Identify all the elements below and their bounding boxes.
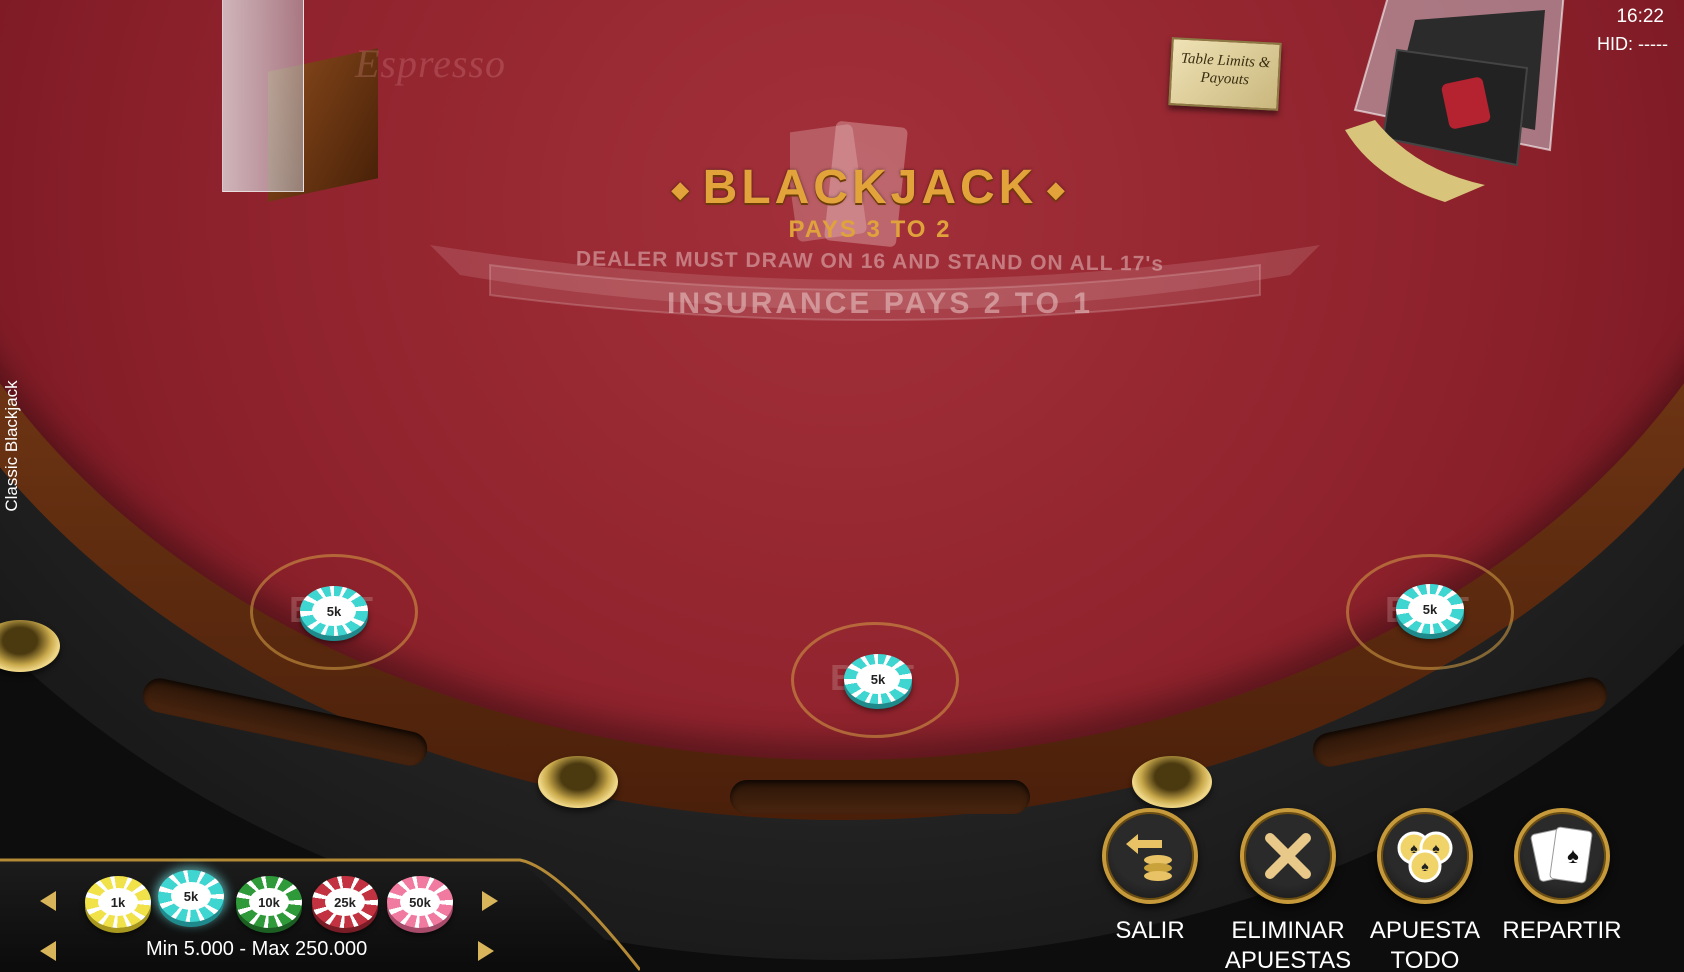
title-diamond-left-icon: ◆ <box>671 177 693 203</box>
bet-chip-value: 5k <box>312 596 356 626</box>
chip-label: 50k <box>400 888 440 916</box>
insurance-rule-text: INSURANCE PAYS 2 TO 1 <box>667 287 1093 320</box>
exit-button[interactable]: SALIR <box>1100 808 1200 946</box>
blackjack-title: ◆ BLACKJACK ◆ <box>660 160 1080 215</box>
game-stage: Espresso ◆ BLACKJACK ◆ PAYS 3 TO 2 DEALER … <box>0 0 1684 972</box>
bet-chip-value: 5k <box>1408 594 1452 624</box>
deal-cards-icon: ♠ <box>1514 808 1610 904</box>
clear-bets-button[interactable]: ELIMINAR APUESTAS <box>1225 808 1351 972</box>
deal-button[interactable]: ♠ REPARTIR <box>1502 808 1622 946</box>
brand-logo: Espresso <box>355 41 506 86</box>
close-x-icon <box>1240 808 1336 904</box>
limit-prev-arrow-icon[interactable] <box>40 941 56 961</box>
chip-next-arrow-icon[interactable] <box>482 891 498 911</box>
bet-chip-right[interactable]: 5k <box>1396 584 1464 634</box>
chip-25k[interactable]: 25k <box>312 876 378 928</box>
discard-holder <box>222 0 304 192</box>
bet-all-chips-icon: ♠ ♠ ♠ <box>1377 808 1473 904</box>
svg-text:♠: ♠ <box>1410 840 1418 856</box>
chip-prev-arrow-icon[interactable] <box>40 891 56 911</box>
deal-label: REPARTIR <box>1502 917 1622 944</box>
chip-1k[interactable]: 1k <box>85 876 151 928</box>
limit-next-arrow-icon[interactable] <box>478 941 494 961</box>
chip-label: 25k <box>325 888 365 916</box>
rail-cup <box>1132 756 1212 808</box>
blackjack-payout: PAYS 3 TO 2 <box>788 216 952 243</box>
bet-chip-center[interactable]: 5k <box>844 654 912 704</box>
exit-stack-icon <box>1102 808 1198 904</box>
svg-text:♠: ♠ <box>1421 858 1429 874</box>
table-limits: Min 5.000 - Max 250.000 <box>146 938 368 960</box>
svg-text:♠: ♠ <box>1432 840 1440 856</box>
chip-50k[interactable]: 50k <box>387 876 453 928</box>
exit-label: SALIR <box>1115 917 1185 944</box>
chip-label: 10k <box>249 888 289 916</box>
blackjack-title-text: BLACKJACK <box>702 161 1038 214</box>
game-title: Classic Blackjack <box>2 380 21 512</box>
bet-all-button[interactable]: ♠ ♠ ♠ APUESTA TODO <box>1370 808 1480 972</box>
chip-label: 1k <box>98 888 138 916</box>
chip-label: 5k <box>171 882 211 910</box>
clear-bets-label: ELIMINAR APUESTAS <box>1224 917 1352 972</box>
chip-10k[interactable]: 10k <box>236 876 302 928</box>
svg-text:♠: ♠ <box>1567 843 1579 868</box>
rail-slot <box>730 780 1030 814</box>
bet-chip-value: 5k <box>856 664 900 694</box>
title-diamond-right-icon: ◆ <box>1047 177 1069 203</box>
hand-id: HID: ----- <box>1597 34 1668 54</box>
card-shoe <box>1345 0 1565 202</box>
bet-all-label: APUESTA TODO <box>1369 917 1481 972</box>
clock: 16:22 <box>1616 6 1664 27</box>
rail-cup <box>538 756 618 808</box>
chip-5k[interactable]: 5k <box>158 870 224 922</box>
table-limits-plaque[interactable]: Table Limits & Payouts <box>1168 37 1282 111</box>
bet-chip-left[interactable]: 5k <box>300 586 368 636</box>
